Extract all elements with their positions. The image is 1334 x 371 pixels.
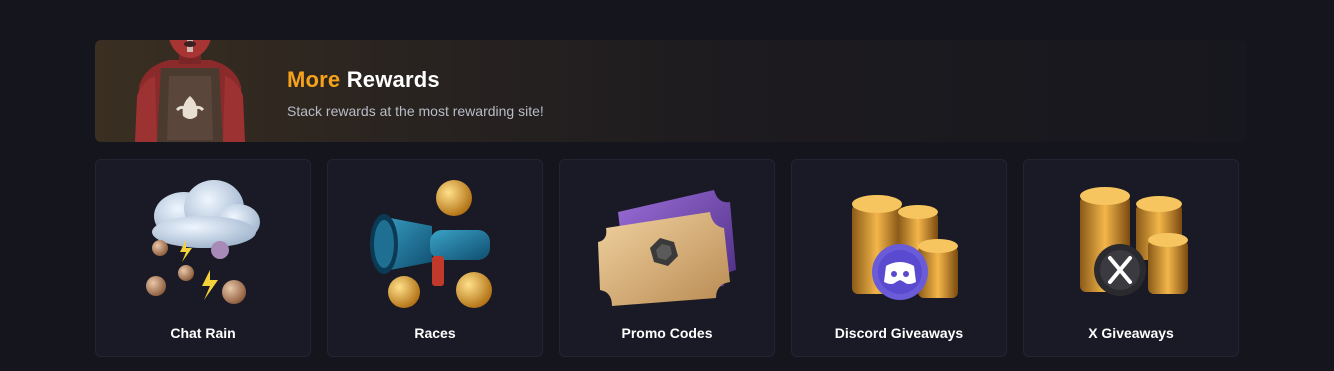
rewards-cards: Chat Rain Races Promo Codes Discord Give… [95,159,1247,357]
x-coins-icon [1080,187,1188,296]
banner-title-accent: More [287,67,341,92]
card-races[interactable]: Races [327,159,543,357]
card-discord-giveaways[interactable]: Discord Giveaways [791,159,1007,357]
banner-subtitle: Stack rewards at the most rewarding site… [287,103,544,119]
banner-title: More Rewards [287,66,544,94]
masked-character-icon [135,40,245,142]
card-label: Chat Rain [170,325,236,341]
more-rewards-banner: More Rewards Stack rewards at the most r… [95,40,1247,142]
megaphone-coins-icon [370,180,492,308]
card-promo-codes[interactable]: Promo Codes [559,159,775,357]
card-label: Promo Codes [621,325,713,341]
card-label: Races [414,325,456,341]
banner-text: More Rewards Stack rewards at the most r… [287,66,544,120]
discord-coins-icon [852,195,958,300]
card-x-giveaways[interactable]: X Giveaways [1023,159,1239,357]
card-chat-rain[interactable]: Chat Rain [95,159,311,357]
ticket-icon [598,190,736,306]
rain-cloud-coins-icon [146,180,260,304]
banner-title-rest: Rewards [346,67,440,92]
card-label: X Giveaways [1088,325,1174,341]
card-label: Discord Giveaways [834,325,964,341]
page: More Rewards Stack rewards at the most r… [0,0,1334,371]
